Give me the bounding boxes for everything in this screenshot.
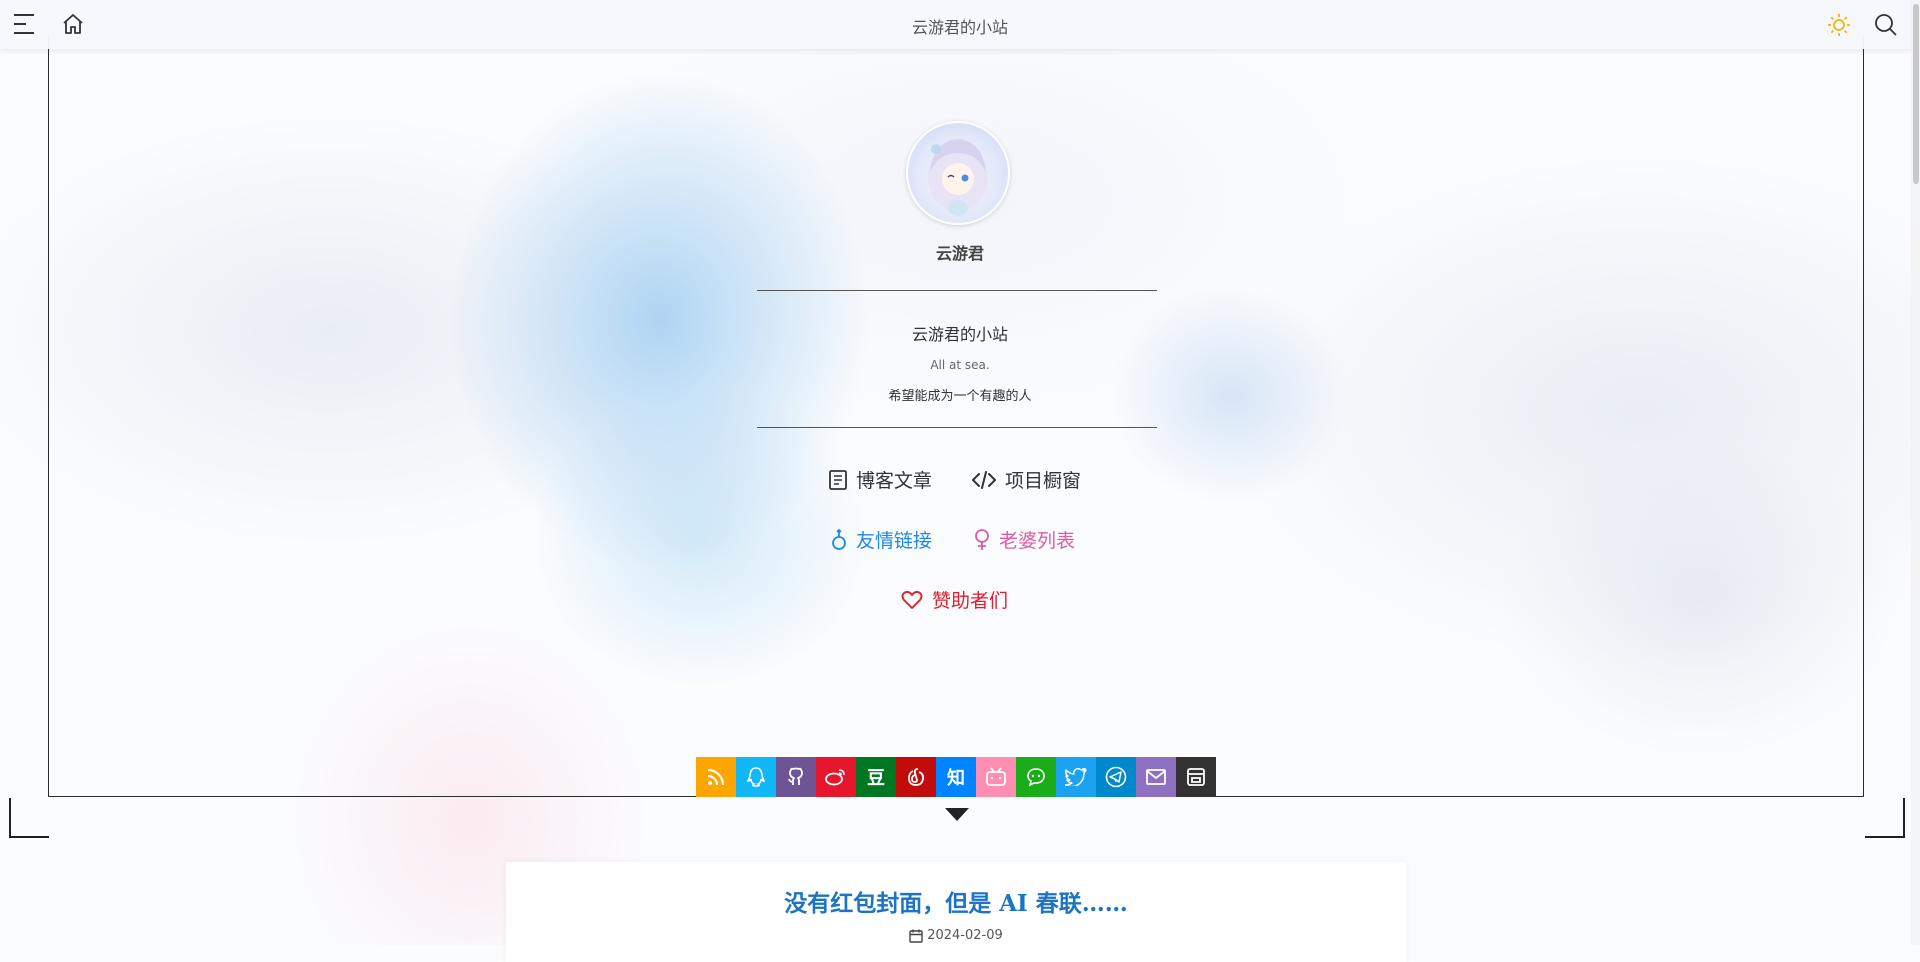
author-name: 云游君 — [935, 244, 984, 263]
menu-posts[interactable]: 博客文章 — [829, 466, 932, 493]
site-subtitle: All at sea. — [930, 358, 990, 372]
email-icon[interactable] — [1136, 757, 1176, 797]
corner-bracket-left — [9, 798, 49, 838]
netease-music-icon[interactable] — [896, 757, 936, 797]
social-links: 豆 知 — [696, 757, 1216, 797]
menu-projects-label: 项目橱窗 — [1005, 470, 1082, 492]
corner-bracket-right — [1865, 798, 1905, 838]
site-motto: 希望能成为一个有趣的人 — [888, 389, 1032, 404]
menu-sponsors-label: 赞助者们 — [932, 590, 1009, 612]
site-title[interactable]: 云游君的小站 — [0, 14, 1920, 38]
menu-sponsors[interactable]: 赞助者们 — [901, 586, 1008, 613]
female-icon — [975, 528, 989, 550]
scrollbar-thumb[interactable] — [1913, 4, 1919, 184]
rss-icon[interactable] — [696, 757, 736, 797]
avatar[interactable] — [906, 121, 1010, 225]
menu-projects[interactable]: 项目橱窗 — [972, 466, 1081, 493]
post-date-text: 2024-02-09 — [927, 928, 1003, 943]
post-card: 没有红包封面，但是 AI 春联…… 2024-02-09 — [506, 862, 1406, 962]
calendar-icon — [909, 929, 923, 943]
twitter-icon[interactable] — [1056, 757, 1096, 797]
scroll-down-icon[interactable] — [945, 808, 969, 821]
link-icon — [832, 528, 846, 550]
divider-bottom — [757, 427, 1157, 428]
menu-links-label: 友情链接 — [856, 530, 933, 552]
menu-links[interactable]: 友情链接 — [831, 526, 932, 553]
wechat-icon[interactable] — [1016, 757, 1056, 797]
divider-top — [757, 290, 1157, 291]
heart-icon — [901, 590, 923, 609]
menu-posts-label: 博客文章 — [856, 470, 933, 492]
bilibili-icon[interactable] — [976, 757, 1016, 797]
scrollbar[interactable] — [1911, 0, 1920, 945]
article-icon — [829, 469, 847, 490]
post-date: 2024-02-09 — [506, 928, 1406, 943]
telegram-icon[interactable] — [1096, 757, 1136, 797]
top-bar: 云游君的小站 — [0, 0, 1920, 49]
zhihu-icon[interactable]: 知 — [936, 757, 976, 797]
douban-icon[interactable]: 豆 — [856, 757, 896, 797]
github-icon[interactable] — [776, 757, 816, 797]
qq-icon[interactable] — [736, 757, 776, 797]
post-title[interactable]: 没有红包封面，但是 AI 春联…… — [506, 884, 1406, 918]
weibo-icon[interactable] — [816, 757, 856, 797]
code-icon — [972, 470, 996, 489]
sun-icon[interactable] — [1826, 12, 1852, 42]
travelling-icon[interactable] — [1176, 757, 1216, 797]
search-icon[interactable] — [1874, 13, 1898, 41]
site-name: 云游君的小站 — [911, 325, 1008, 344]
menu-girls[interactable]: 老婆列表 — [974, 526, 1075, 553]
menu-girls-label: 老婆列表 — [999, 530, 1076, 552]
